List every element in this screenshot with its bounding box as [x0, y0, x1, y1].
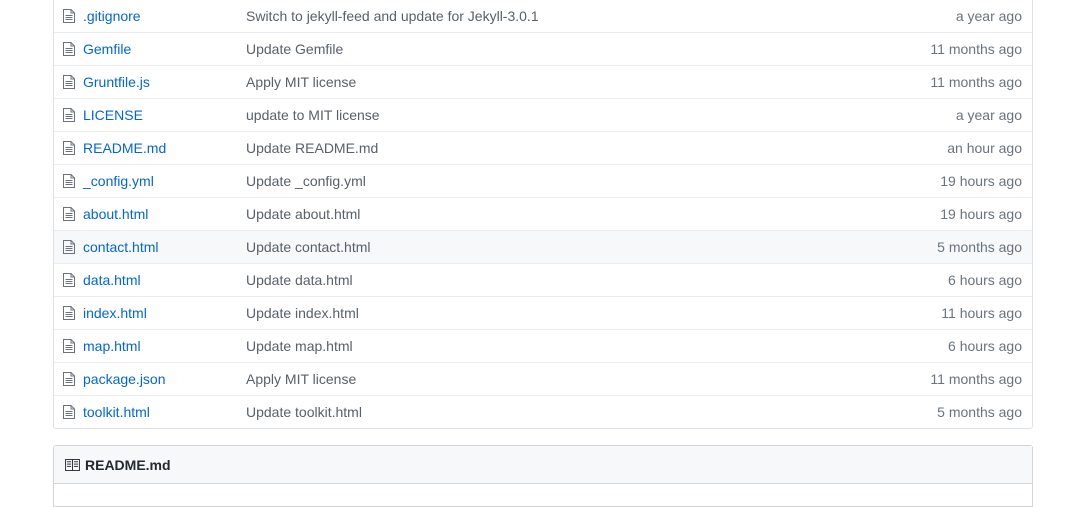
file-name-link[interactable]: data.html: [83, 272, 141, 288]
file-name-link[interactable]: _config.yml: [83, 173, 154, 189]
file-row[interactable]: toolkit.html Update toolkit.html 5 months …: [54, 395, 1032, 428]
file-icon: [63, 405, 75, 419]
file-row[interactable]: .gitignore Switch to jekyll-feed and upda…: [54, 0, 1032, 32]
commit-age: an hour ago: [947, 140, 1022, 156]
file-row[interactable]: LICENSE update to MIT license a year ago: [54, 98, 1032, 131]
file-icon: [63, 240, 75, 254]
file-icon: [63, 75, 75, 89]
file-icon: [63, 42, 75, 56]
commit-age: a year ago: [955, 107, 1022, 123]
commit-message-link[interactable]: Update contact.html: [246, 239, 371, 255]
commit-age: 6 hours ago: [948, 272, 1022, 288]
commit-message-link[interactable]: Update README.md: [246, 140, 378, 156]
file-row[interactable]: _config.yml Update _config.yml 19 hours ag…: [54, 164, 1032, 197]
file-icon: [63, 141, 75, 155]
readme-title: README.md: [85, 456, 171, 473]
file-list: .gitignore Switch to jekyll-feed and upda…: [53, 0, 1033, 429]
file-row[interactable]: index.html Update index.html 11 hours ago: [54, 296, 1032, 329]
commit-age: 19 hours ago: [940, 206, 1022, 222]
commit-message-link[interactable]: Update toolkit.html: [246, 404, 362, 420]
commit-age: 11 months ago: [930, 41, 1022, 57]
commit-age: 5 months ago: [937, 404, 1022, 420]
file-name-link[interactable]: LICENSE: [83, 107, 143, 123]
commit-age: 19 hours ago: [940, 173, 1022, 189]
file-icon: [63, 9, 75, 23]
commit-age: 6 hours ago: [948, 338, 1022, 354]
file-name-link[interactable]: contact.html: [83, 239, 158, 255]
file-row[interactable]: package.json Apply MIT license 11 months a…: [54, 362, 1032, 395]
file-icon: [63, 273, 75, 287]
readme-box: README.md: [53, 445, 1033, 507]
file-icon: [63, 339, 75, 353]
commit-age: 11 months ago: [930, 74, 1022, 90]
file-icon: [63, 372, 75, 386]
file-name-link[interactable]: about.html: [83, 206, 148, 222]
file-row[interactable]: Gruntfile.js Apply MIT license 11 months a…: [54, 65, 1032, 98]
file-row[interactable]: data.html Update data.html 6 hours ago: [54, 263, 1032, 296]
file-icon: [63, 207, 75, 221]
commit-age: a year ago: [955, 8, 1022, 24]
file-icon: [63, 174, 75, 188]
commit-message-link[interactable]: Update map.html: [246, 338, 353, 354]
commit-message-link[interactable]: Update _config.yml: [246, 173, 366, 189]
file-row[interactable]: README.md Update README.md an hour ago: [54, 131, 1032, 164]
file-name-link[interactable]: map.html: [83, 338, 141, 354]
file-name-link[interactable]: Gemfile: [83, 41, 131, 57]
file-name-link[interactable]: package.json: [83, 371, 166, 387]
commit-message-link[interactable]: Apply MIT license: [246, 371, 356, 387]
file-icon: [63, 108, 75, 122]
file-row[interactable]: about.html Update about.html 19 hours ago: [54, 197, 1032, 230]
file-name-link[interactable]: .gitignore: [83, 8, 141, 24]
commit-message-link[interactable]: Update index.html: [246, 305, 359, 321]
file-icon: [63, 306, 75, 320]
commit-message-link[interactable]: Update data.html: [246, 272, 353, 288]
commit-age: 5 months ago: [937, 239, 1022, 255]
file-name-link[interactable]: index.html: [83, 305, 147, 321]
readme-header: README.md: [54, 446, 1032, 484]
file-name-link[interactable]: Gruntfile.js: [83, 74, 150, 90]
book-icon: [65, 458, 80, 471]
commit-message-link[interactable]: Apply MIT license: [246, 74, 356, 90]
commit-message-link[interactable]: Update Gemfile: [246, 41, 343, 57]
commit-message-link[interactable]: Switch to jekyll-feed and update for Jek…: [246, 8, 539, 24]
commit-age: 11 months ago: [930, 371, 1022, 387]
file-name-link[interactable]: toolkit.html: [83, 404, 150, 420]
file-name-link[interactable]: README.md: [83, 140, 166, 156]
commit-age: 11 hours ago: [941, 305, 1022, 321]
commit-message-link[interactable]: update to MIT license: [246, 107, 380, 123]
file-row[interactable]: Gemfile Update Gemfile 11 months ago: [54, 32, 1032, 65]
file-row[interactable]: map.html Update map.html 6 hours ago: [54, 329, 1032, 362]
commit-message-link[interactable]: Update about.html: [246, 206, 360, 222]
file-row[interactable]: contact.html Update contact.html 5 months …: [54, 230, 1032, 263]
